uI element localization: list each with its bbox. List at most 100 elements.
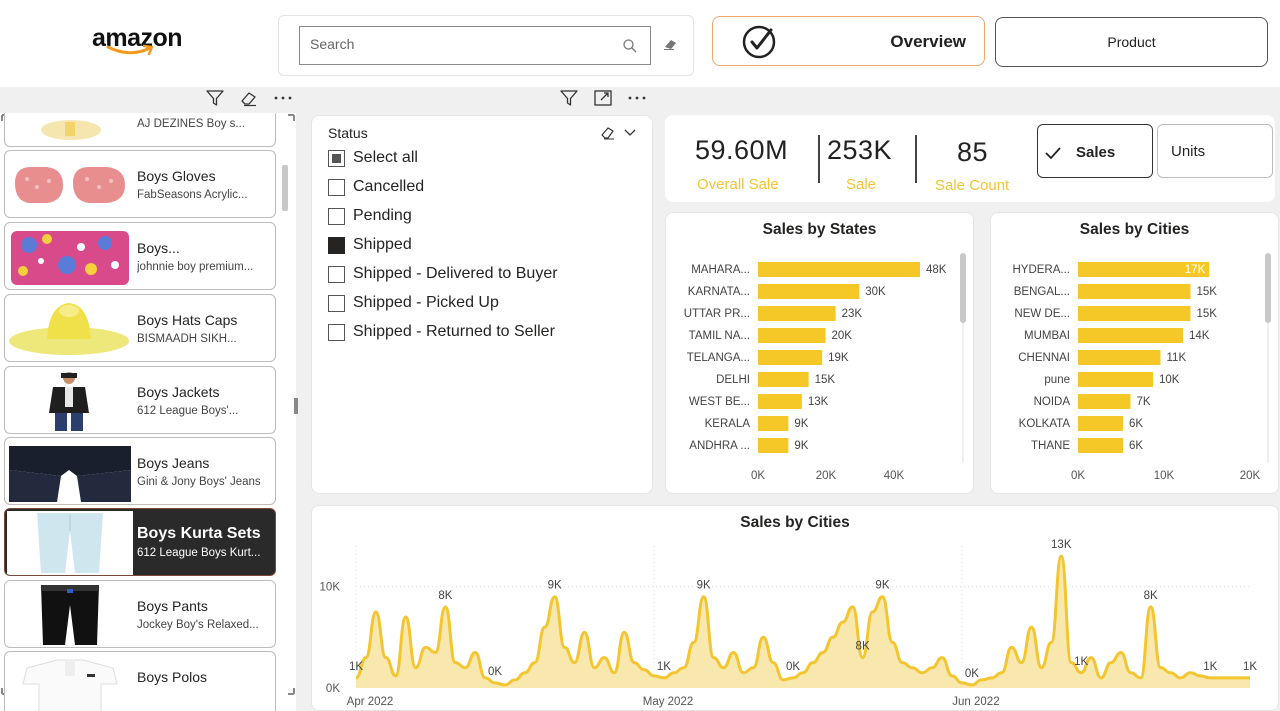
category-label: pune bbox=[1044, 374, 1070, 386]
status-option-shipped[interactable]: Shipped bbox=[328, 236, 412, 254]
eraser-icon[interactable] bbox=[600, 126, 616, 140]
product-desc: AJ DEZINES Boy s... bbox=[137, 118, 245, 130]
status-title: Status bbox=[328, 125, 368, 141]
status-option-returned[interactable]: Shipped - Returned to Seller bbox=[328, 323, 555, 341]
bar bbox=[1078, 394, 1131, 409]
data-label: 0K bbox=[786, 661, 800, 673]
more-options-icon[interactable] bbox=[626, 89, 648, 107]
bar bbox=[758, 328, 826, 343]
search-icon[interactable] bbox=[622, 38, 638, 54]
units-toggle-button[interactable]: Units bbox=[1157, 124, 1273, 178]
bar bbox=[1078, 372, 1153, 387]
data-label: 1K bbox=[1203, 661, 1217, 673]
sales-by-cities-card: Sales by Cities HYDERA... 17K BENGAL... 15K… bbox=[990, 212, 1279, 494]
search-input[interactable] bbox=[310, 36, 610, 52]
product-list-item[interactable]: Boys Gloves FabSeasons Acrylic... bbox=[4, 150, 276, 218]
filter-icon[interactable] bbox=[558, 89, 580, 107]
option-label: Shipped bbox=[353, 236, 412, 253]
option-label: Cancelled bbox=[353, 178, 425, 195]
data-label: 9K bbox=[875, 580, 889, 592]
product-name: Boys Hats Caps bbox=[137, 312, 238, 328]
sales-by-cities-chart: HYDERA... 17K BENGAL... 15K NEW DE... 15K MUMB… bbox=[1012, 253, 1271, 482]
product-list-item[interactable]: Boys Jeans Gini & Jony Boys' Jeans bbox=[4, 437, 276, 505]
y-tick-label: 10K bbox=[320, 582, 341, 594]
bar bbox=[1078, 416, 1123, 431]
category-label: TAMIL NA... bbox=[689, 330, 750, 342]
data-label: 8K bbox=[856, 641, 870, 653]
chart-scrollbar bbox=[1265, 253, 1271, 323]
chevron-down-icon[interactable] bbox=[624, 128, 636, 138]
more-options-icon[interactable] bbox=[272, 89, 294, 107]
data-label: 9K bbox=[697, 580, 711, 592]
panel-resize-handle[interactable] bbox=[294, 398, 298, 414]
data-label: 1K bbox=[349, 661, 363, 673]
checkbox[interactable] bbox=[328, 265, 345, 283]
units-toggle-label: Units bbox=[1171, 143, 1206, 160]
status-option-select-all[interactable]: Select all bbox=[328, 149, 418, 167]
category-label: TELANGA... bbox=[687, 352, 750, 364]
product-list-item[interactable]: Boys Polos bbox=[4, 651, 276, 711]
sales-toggle-button[interactable]: Sales bbox=[1037, 124, 1153, 178]
product-list-item[interactable]: Boys Hats Caps BISMAADH SIKH... bbox=[4, 294, 276, 362]
kpi-divider bbox=[915, 135, 917, 183]
product-thumbnail bbox=[7, 511, 133, 575]
product-list-item[interactable]: Boys... johnnie boy premium... bbox=[4, 222, 276, 290]
checkbox[interactable] bbox=[328, 178, 345, 196]
checkbox[interactable] bbox=[328, 149, 345, 167]
overview-label: Overview bbox=[890, 32, 966, 51]
product-thumbnail bbox=[41, 120, 101, 140]
data-label: 20K bbox=[832, 330, 853, 342]
product-list-item[interactable]: Boys Jackets 612 League Boys'... bbox=[4, 366, 276, 434]
sales-trend-chart: 0K 10K Apr 2022 May 2022 Jun 2022 1K 8K 0K 9K 1K 9… bbox=[320, 539, 1258, 708]
bar bbox=[1078, 306, 1191, 321]
search-box[interactable] bbox=[299, 26, 651, 65]
data-label: 15K bbox=[815, 374, 836, 386]
product-button[interactable]: Product bbox=[995, 17, 1268, 67]
x-tick-label: 0K bbox=[751, 470, 765, 482]
product-list-item-selected[interactable]: Boys Kurta Sets 612 League Boys Kurt... bbox=[4, 508, 276, 576]
kpi-divider bbox=[818, 135, 820, 183]
checkbox[interactable] bbox=[328, 323, 345, 341]
product-list-item[interactable]: Boys Pants Jockey Boy's Relaxed... bbox=[4, 580, 276, 648]
status-option-delivered[interactable]: Shipped - Delivered to Buyer bbox=[328, 265, 558, 283]
product-list-item[interactable]: AJ DEZINES Boy s... bbox=[4, 113, 276, 147]
eraser-icon[interactable] bbox=[662, 37, 678, 51]
x-tick-label: 0K bbox=[1071, 470, 1085, 482]
bar bbox=[758, 372, 809, 387]
amazon-smile-icon bbox=[106, 44, 154, 56]
x-tick-label: May 2022 bbox=[643, 696, 694, 708]
kpi-sale-label: Sale bbox=[846, 176, 877, 193]
product-list-toolbar bbox=[204, 89, 294, 107]
checkbox[interactable] bbox=[328, 236, 345, 254]
status-option-pending[interactable]: Pending bbox=[328, 207, 412, 225]
filter-icon[interactable] bbox=[204, 89, 226, 107]
data-label: 15K bbox=[1197, 308, 1218, 320]
data-label: 13K bbox=[808, 396, 829, 408]
kpi-card: 59.60M Overall Sale 253K Sale 85 Sale Co… bbox=[665, 115, 1275, 202]
category-label: BENGAL... bbox=[1014, 286, 1070, 298]
focus-mode-icon[interactable] bbox=[592, 89, 614, 107]
data-label: 8K bbox=[438, 590, 452, 602]
x-tick-label: 20K bbox=[1240, 470, 1261, 482]
product-list-scrollbar[interactable] bbox=[282, 165, 288, 211]
eraser-icon[interactable] bbox=[238, 89, 260, 107]
data-label: 1K bbox=[1243, 661, 1257, 673]
check-circle-icon bbox=[742, 25, 776, 59]
overview-button[interactable]: Overview bbox=[712, 16, 985, 66]
option-label: Shipped - Picked Up bbox=[353, 294, 499, 311]
kpi-sale-value: 253K bbox=[827, 135, 893, 165]
status-option-cancelled[interactable]: Cancelled bbox=[328, 178, 424, 196]
product-desc: Gini & Jony Boys' Jeans bbox=[137, 476, 261, 488]
bar bbox=[1078, 438, 1123, 453]
category-label: UTTAR PR... bbox=[684, 308, 750, 320]
checkbox[interactable] bbox=[328, 207, 345, 225]
bar bbox=[758, 394, 802, 409]
status-option-picked-up[interactable]: Shipped - Picked Up bbox=[328, 294, 499, 312]
data-label: 23K bbox=[842, 308, 863, 320]
product-desc: johnnie boy premium... bbox=[137, 261, 254, 273]
data-label: 11K bbox=[1167, 352, 1187, 364]
bar bbox=[1078, 284, 1191, 299]
data-label: 7K bbox=[1137, 396, 1151, 408]
checkbox[interactable] bbox=[328, 294, 345, 312]
bar bbox=[758, 438, 789, 453]
